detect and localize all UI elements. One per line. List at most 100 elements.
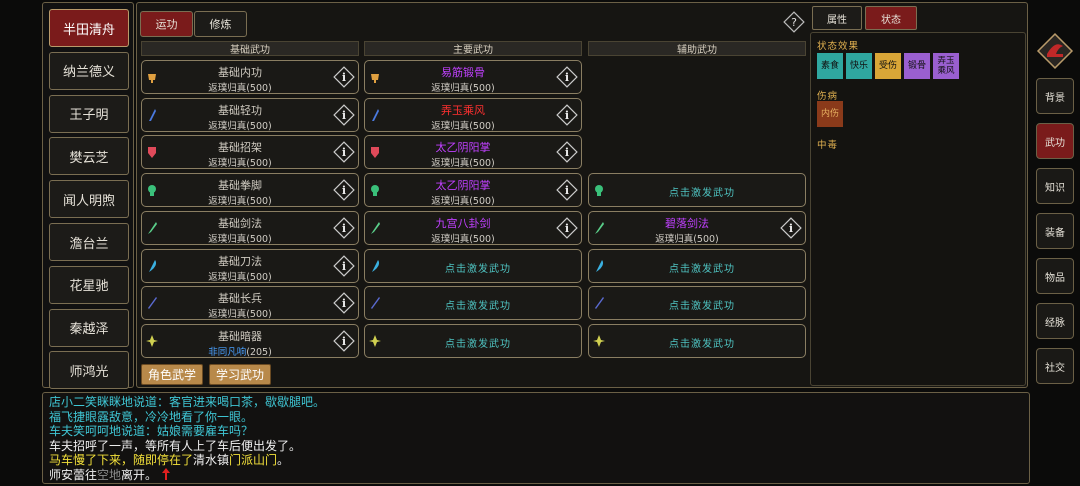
emblem-icon[interactable]	[1036, 32, 1074, 70]
activate-skill-label: 点击激发武功	[445, 263, 511, 275]
skill-name: 九宫八卦剑	[435, 216, 491, 230]
skill-level: 返璞归真(500)	[431, 120, 495, 132]
character-button[interactable]: 秦越泽	[49, 308, 129, 347]
log-text: 车夫招呼了一声，等所有人上了车后便出发了。	[49, 438, 302, 453]
skill-slot[interactable]: 碧落剑法 返璞归真(500) i	[588, 210, 806, 245]
info-icon[interactable]: i	[556, 217, 578, 239]
skill-slot[interactable]: 点击激发武功	[588, 173, 806, 208]
svg-text:?: ?	[791, 16, 797, 29]
skill-slot[interactable]: 基础剑法 返璞归真(500) i	[141, 210, 359, 245]
character-list: 半田清舟纳兰德义王子明樊云芝闻人明煦澹台兰花星驰秦越泽师鸿光	[42, 2, 134, 390]
activate-skill-label: 点击激发武功	[669, 301, 735, 313]
character-button[interactable]: 纳兰德义	[49, 51, 129, 90]
status-effect-badge[interactable]: 快乐	[846, 53, 872, 79]
skill-slot[interactable]: 弄玉乘风返璞归真(500) i	[364, 97, 582, 132]
skill-name: 基础拳脚	[218, 179, 262, 193]
skill-level: 返璞归真(500)	[208, 271, 272, 283]
skill-slot[interactable]: 基础刀法 返璞归真(500) i	[141, 248, 359, 283]
skill-name: 弄玉乘风	[441, 103, 485, 117]
log-line: 车夫招呼了一声，等所有人上了车后便出发了。	[49, 439, 301, 454]
skill-slot[interactable]: 九宫八卦剑 返璞归真(500) i	[364, 210, 582, 245]
character-button[interactable]: 半田清舟	[49, 9, 129, 47]
skill-slot[interactable]: 基础拳脚返璞归真(500) i	[141, 173, 359, 208]
nav-button[interactable]: 知识	[1036, 168, 1074, 204]
info-icon[interactable]: i	[556, 141, 578, 164]
log-line: 店小二笑眯眯地说道：客官进来喝口茶，歇歇腿吧。	[49, 395, 325, 410]
spear-icon	[595, 297, 604, 310]
skill-name: 太乙阴阳掌	[435, 141, 491, 155]
skill-slot[interactable]: 点击激发武功	[364, 286, 582, 321]
svg-text:i: i	[342, 146, 346, 159]
poison-label: 中毒	[817, 140, 839, 151]
tab-training[interactable]: 修炼	[194, 11, 247, 37]
info-icon[interactable]: i	[556, 66, 578, 88]
skill-level-value: (205)	[246, 346, 272, 358]
activate-skill-label: 点击激发武功	[669, 188, 735, 200]
skill-slot[interactable]: 基础内功 返璞归真(500) i	[141, 60, 359, 94]
skill-level: 返璞归真(500)	[208, 120, 272, 132]
log-line: 车夫笑呵呵地说道：姑娘需要雇车吗？	[49, 424, 253, 439]
info-icon[interactable]: i	[333, 66, 355, 88]
info-icon[interactable]: i	[333, 292, 355, 314]
skill-level: 返璞归真(500)	[208, 309, 272, 321]
skill-slot[interactable]: 基础招架 返璞归真(500) i	[141, 135, 359, 170]
log-text: 空地	[97, 468, 122, 482]
svg-text:i: i	[565, 146, 569, 159]
info-icon[interactable]: i	[333, 254, 355, 277]
svg-text:i: i	[342, 222, 346, 235]
nav-button[interactable]: 装备	[1036, 213, 1074, 249]
skill-slot[interactable]: 点击激发武功	[588, 248, 806, 283]
skill-slot[interactable]: 点击激发武功	[364, 248, 582, 283]
skill-slot[interactable]: 易筋锻骨 返璞归真(500) i	[364, 60, 582, 94]
status-effect-badge[interactable]: 受伤	[875, 53, 901, 79]
skill-slot[interactable]: 基础长兵 返璞归真(500) i	[141, 286, 359, 321]
status-effect-badge[interactable]: 素食	[817, 53, 843, 79]
character-button[interactable]: 王子明	[49, 94, 129, 133]
status-effect-badge[interactable]: 弄玉乘风	[933, 53, 959, 79]
info-icon[interactable]: i	[780, 217, 802, 239]
character-button[interactable]: 樊云芝	[49, 137, 129, 176]
info-icon[interactable]: i	[333, 141, 355, 164]
nav-button[interactable]: 社交	[1036, 348, 1074, 384]
svg-text:i: i	[565, 222, 569, 235]
skill-name: 基础轻功	[218, 103, 262, 117]
log-text: 离开。	[121, 468, 158, 482]
tab-practice[interactable]: 运功	[140, 11, 193, 37]
question-icon[interactable]: ?	[783, 11, 805, 33]
tab-attributes[interactable]: 属性	[812, 6, 862, 30]
nav-button[interactable]: 物品	[1036, 258, 1074, 294]
skill-slot[interactable]: 太乙阴阳掌 返璞归真(500) i	[364, 173, 582, 208]
skill-level: 返璞归真(500)	[208, 158, 272, 170]
skill-level: 返璞归真(500)	[431, 83, 495, 94]
blade-icon	[596, 259, 604, 272]
info-icon[interactable]: i	[333, 179, 355, 201]
info-icon[interactable]: i	[333, 330, 355, 352]
character-button[interactable]: 花星驰	[49, 265, 129, 304]
svg-text:i: i	[565, 71, 569, 84]
info-icon[interactable]: i	[333, 217, 355, 239]
tab-status[interactable]: 状态	[865, 6, 917, 30]
skill-slot[interactable]: 点击激发武功	[588, 323, 806, 358]
injury-badge[interactable]: 内伤	[817, 101, 843, 127]
info-icon[interactable]: i	[556, 103, 578, 126]
character-button[interactable]: 师鸿光	[49, 351, 129, 390]
dart-icon	[593, 334, 605, 347]
info-icon[interactable]: i	[333, 103, 355, 126]
info-icon[interactable]: i	[556, 179, 578, 201]
skill-slot[interactable]: 基础暗器 非同凡响(205) i	[141, 323, 359, 358]
character-button[interactable]: 闻人明煦	[49, 180, 129, 219]
skill-slot[interactable]: 太乙阴阳掌 返璞归真(500) i	[364, 135, 582, 170]
blade-icon	[372, 259, 380, 272]
nav-button[interactable]: 武功	[1036, 123, 1074, 159]
character-button[interactable]: 澹台兰	[49, 223, 129, 261]
role-martial-button[interactable]: 角色武学	[141, 364, 203, 385]
skill-slot[interactable]: 点击激发武功	[588, 286, 806, 321]
skill-level: 返璞归真(500)	[208, 196, 272, 208]
skill-slot[interactable]: 点击激发武功	[364, 323, 582, 358]
learn-martial-button[interactable]: 学习武功	[209, 364, 271, 385]
nav-button[interactable]: 背景	[1036, 78, 1074, 114]
skill-slot[interactable]: 基础轻功返璞归真(500) i	[141, 97, 359, 132]
status-effect-badge[interactable]: 锻骨	[904, 53, 930, 79]
svg-text:i: i	[565, 109, 569, 122]
nav-button[interactable]: 经脉	[1036, 303, 1074, 339]
